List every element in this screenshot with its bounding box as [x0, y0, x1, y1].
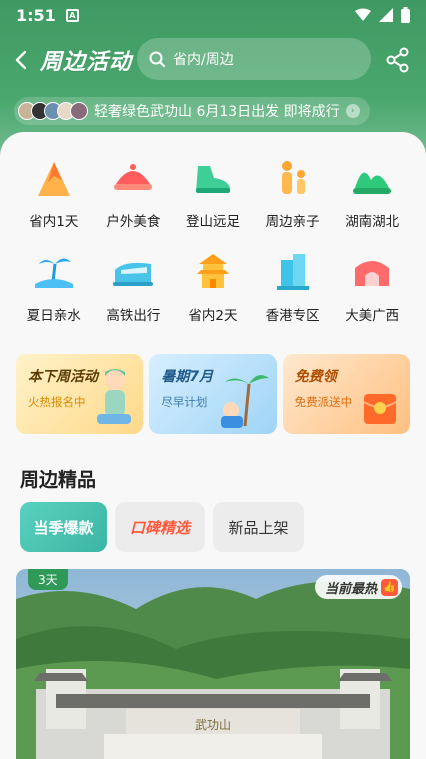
category-item[interactable]: 省内2天	[173, 248, 253, 324]
mountain-icon	[30, 154, 78, 202]
status-time: 1:51	[16, 5, 56, 25]
duration-badge: 3天	[28, 569, 68, 590]
top-nav: 周边活动 省内/周边	[0, 38, 426, 82]
pagoda-icon	[189, 248, 237, 296]
main-panel: 省内1天 户外美食 登山远足 周边亲子 湖南湖北 夏日亲水 高铁出行 省内2天 …	[0, 132, 426, 759]
hills-icon	[348, 154, 396, 202]
wifi-icon	[355, 8, 371, 21]
category-item[interactable]: 省内1天	[14, 154, 94, 230]
category-item[interactable]: 大美广西	[332, 248, 412, 324]
gate-inscription: 武功山	[195, 718, 231, 732]
category-label: 高铁出行	[106, 308, 161, 324]
notification-a-icon: A	[65, 8, 79, 22]
promo-banners: 本下周活动 火热报名中 暑期7月 尽早计划 免费领 免费派送中	[16, 354, 410, 434]
ticker-text: 轻奢绿色武功山 6月13日出发 即将成行	[94, 104, 340, 120]
category-item[interactable]: 户外美食	[94, 154, 174, 230]
search-bar[interactable]: 省内/周边	[137, 38, 371, 80]
category-label: 户外美食	[106, 214, 161, 230]
category-label: 大美广西	[345, 308, 400, 324]
chevron-left-icon	[15, 50, 27, 70]
red-envelope-icon	[363, 394, 397, 424]
category-grid: 省内1天 户外美食 登山远足 周边亲子 湖南湖北 夏日亲水 高铁出行 省内2天 …	[14, 154, 412, 324]
food-dome-icon	[109, 154, 157, 202]
buildings-icon	[269, 248, 317, 296]
tab-seasonal-hot[interactable]: 当季爆款	[20, 502, 107, 552]
product-tabs: 当季爆款 口碑精选 新品上架	[20, 502, 304, 552]
chevron-right-icon: ›	[345, 104, 360, 118]
promo-banner-summer-july[interactable]: 暑期7月 尽早计划	[149, 354, 277, 434]
landmark-icon	[348, 248, 396, 296]
product-card[interactable]: 3天 当前最热 👍 武功山	[16, 569, 410, 759]
avatar	[70, 102, 88, 120]
category-item[interactable]: 登山远足	[173, 154, 253, 230]
section-title: 周边精品	[20, 465, 124, 492]
category-label: 登山远足	[185, 214, 240, 230]
battery-icon	[401, 7, 410, 23]
back-button[interactable]	[6, 45, 36, 75]
category-item[interactable]: 周边亲子	[253, 154, 333, 230]
family-icon	[269, 154, 317, 202]
category-item[interactable]: 高铁出行	[94, 248, 174, 324]
category-label: 香港专区	[265, 308, 320, 324]
category-label: 周边亲子	[265, 214, 320, 230]
search-placeholder: 省内/周边	[173, 52, 234, 68]
category-label: 湖南湖北	[345, 214, 400, 230]
hiking-shoe-icon	[189, 154, 237, 202]
category-label: 省内1天	[29, 214, 79, 230]
status-bar: 1:51 A	[0, 0, 426, 30]
category-item[interactable]: 香港专区	[253, 248, 333, 324]
activity-ticker[interactable]: 轻奢绿色武功山 6月13日出发 即将成行 ›	[14, 97, 370, 125]
participant-avatars	[18, 102, 88, 120]
island-icon	[30, 248, 78, 296]
share-icon	[386, 47, 409, 73]
promo-banner-free-gift[interactable]: 免费领 免费派送中	[282, 354, 410, 434]
page-title: 周边活动	[40, 50, 133, 75]
promo-banner-next-week[interactable]: 本下周活动 火热报名中	[16, 354, 144, 434]
share-button[interactable]	[384, 46, 412, 74]
tab-reputation-picks[interactable]: 口碑精选	[115, 502, 205, 552]
beach-illustration-icon	[220, 375, 269, 428]
train-icon	[109, 248, 157, 296]
signal-icon	[379, 8, 393, 22]
banner-title: 免费领	[294, 369, 337, 385]
category-item[interactable]: 湖南湖北	[332, 154, 412, 230]
hot-label: 当前最热	[324, 581, 377, 597]
girl-illustration-icon	[97, 369, 132, 424]
search-icon	[149, 51, 165, 67]
tab-new-arrivals[interactable]: 新品上架	[213, 502, 304, 552]
thumbs-up-icon: 👍	[381, 578, 398, 596]
category-label: 省内2天	[188, 308, 238, 324]
hot-badge: 当前最热 👍	[314, 575, 402, 599]
category-item[interactable]: 夏日亲水	[14, 248, 94, 324]
category-label: 夏日亲水	[26, 308, 81, 324]
